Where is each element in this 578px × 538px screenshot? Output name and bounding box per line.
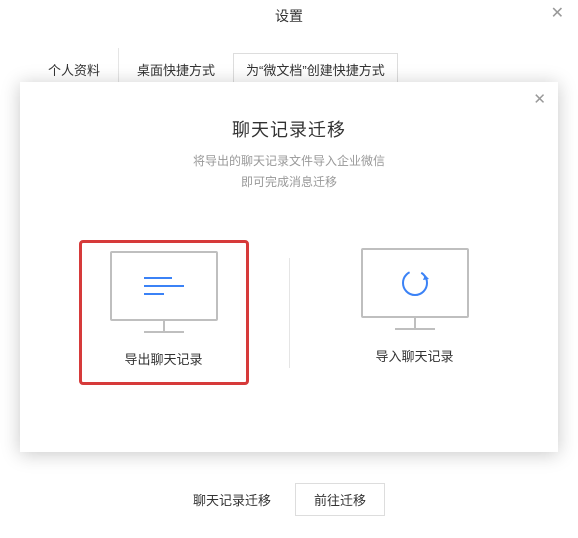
monitor-stand-neck: [163, 321, 165, 331]
migration-options: 导出聊天记录 导入聊天记录: [20, 240, 558, 385]
dialog-close-icon[interactable]: ✕: [533, 92, 546, 107]
migration-dialog: ✕ 聊天记录迁移 将导出的聊天记录文件导入企业微信 即可完成消息迁移 导出聊天记…: [20, 82, 558, 452]
bottom-label: 聊天记录迁移: [193, 490, 271, 509]
goto-migrate-button[interactable]: 前往迁移: [295, 483, 385, 516]
monitor-stand-base: [395, 328, 435, 330]
dialog-subtitle-2: 即可完成消息迁移: [20, 173, 558, 190]
export-option[interactable]: 导出聊天记录: [49, 240, 279, 385]
export-lines-icon: [144, 277, 184, 295]
dialog-subtitle-1: 将导出的聊天记录文件导入企业微信: [20, 152, 558, 169]
tab-profile[interactable]: 个人资料: [48, 60, 118, 79]
window-title: 设置: [0, 0, 578, 26]
import-option[interactable]: 导入聊天记录: [300, 240, 530, 365]
monitor-icon: [110, 251, 218, 321]
bottom-row: 聊天记录迁移 前往迁移: [0, 483, 578, 516]
close-icon[interactable]: ✕: [551, 6, 564, 22]
export-highlight: 导出聊天记录: [79, 240, 249, 385]
dialog-title: 聊天记录迁移: [20, 116, 558, 142]
tabs-row: 个人资料 桌面快捷方式 为“微文档”创建快捷方式: [0, 30, 578, 90]
window-header: 设置 ✕: [0, 0, 578, 30]
monitor-stand-neck: [414, 318, 416, 328]
refresh-circle-icon: [399, 267, 431, 299]
monitor-stand-base: [144, 331, 184, 333]
monitor-icon: [361, 248, 469, 318]
export-label: 导出聊天记录: [124, 349, 202, 368]
tab-shortcut[interactable]: 桌面快捷方式: [119, 60, 233, 79]
create-shortcut-button[interactable]: 为“微文档”创建快捷方式: [233, 53, 398, 86]
import-label: 导入聊天记录: [375, 346, 453, 365]
options-divider: [289, 258, 290, 368]
